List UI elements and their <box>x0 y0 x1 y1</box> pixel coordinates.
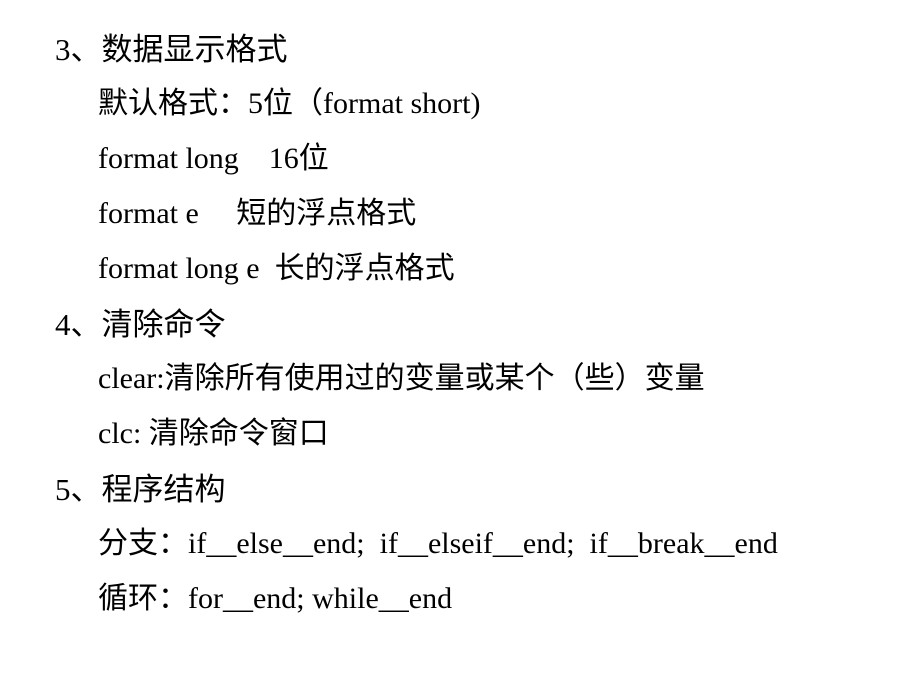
section-5-heading: 5、程序结构 <box>55 472 226 507</box>
section-3-heading: 3、数据显示格式 <box>55 32 288 67</box>
clear-command-line: clear:清除所有使用过的变量或某个（些）变量 <box>98 362 705 395</box>
clc-command-line: clc: 清除命令窗口 <box>98 417 329 450</box>
format-e-line: format e 短的浮点格式 <box>98 197 417 230</box>
slide-content: 3、数据显示格式 默认格式：5位（format short) format lo… <box>0 34 920 639</box>
section-4-heading: 4、清除命令 <box>55 307 226 342</box>
loop-structures-line: 循环：for__end; while__end <box>98 582 453 615</box>
default-format-line: 默认格式：5位（format short) <box>98 87 481 120</box>
branch-structures-line: 分支：if__else__end; if__elseif__end; if__b… <box>98 527 778 560</box>
format-long-line: format long 16位 <box>98 142 329 175</box>
slide-canvas: 3、数据显示格式 默认格式：5位（format short) format lo… <box>0 0 920 690</box>
format-long-e-line: format long e 长的浮点格式 <box>98 252 455 285</box>
